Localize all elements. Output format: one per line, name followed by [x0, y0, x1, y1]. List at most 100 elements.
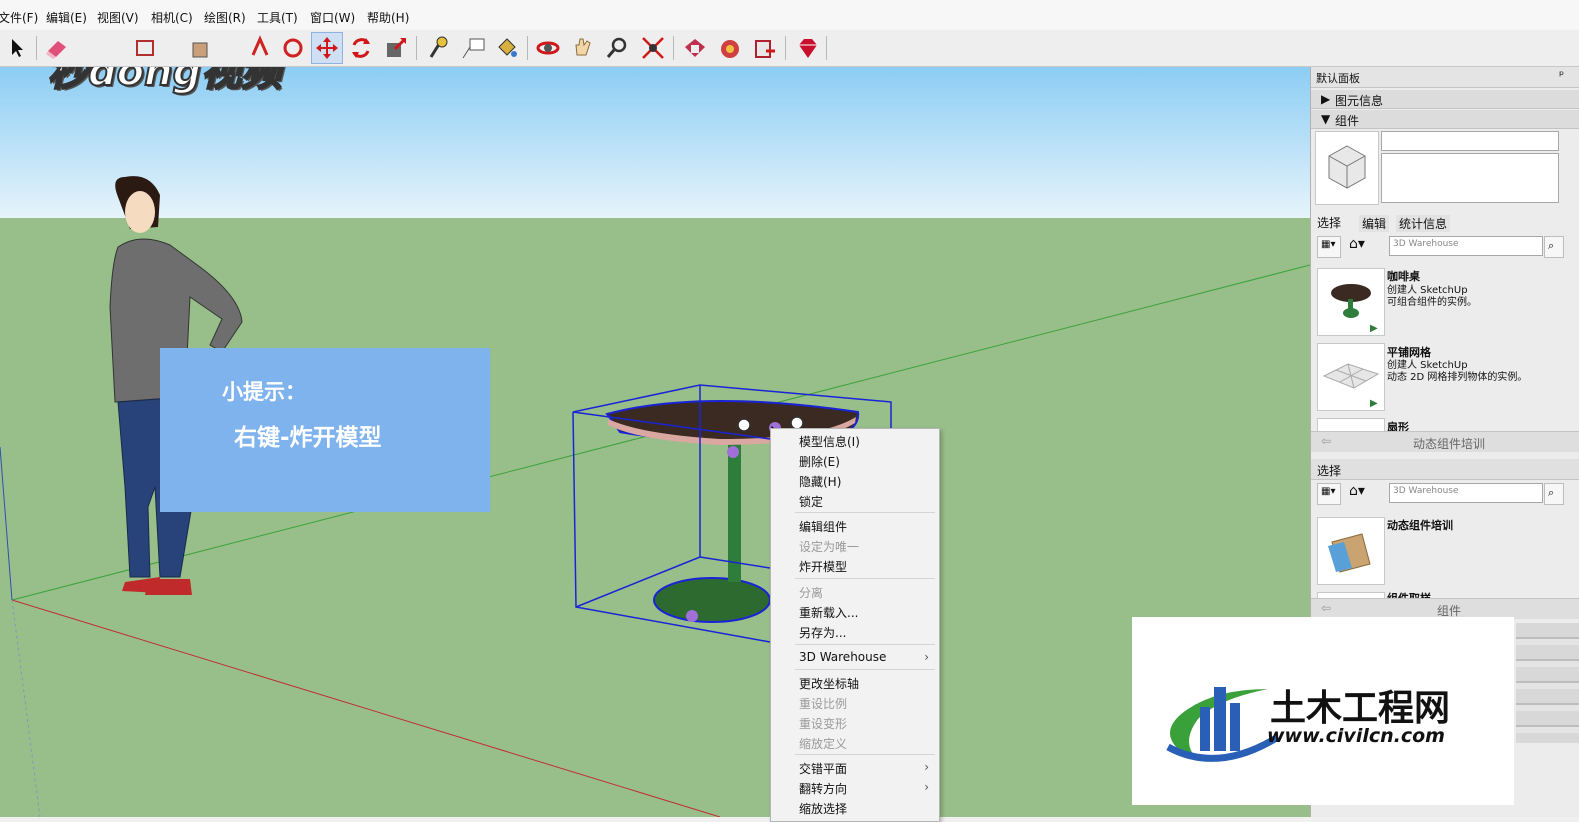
context-menu-item[interactable]: 3D Warehouse: [799, 650, 886, 664]
context-menu-item[interactable]: 缩放选择: [799, 800, 847, 817]
context-menu-item[interactable]: 炸开模型: [799, 558, 847, 575]
context-menu-item[interactable]: 另存为...: [799, 624, 846, 641]
context-menu-item[interactable]: 删除(E): [799, 453, 840, 470]
tip-title: 小提示：: [222, 380, 306, 404]
component-name-field[interactable]: [1381, 131, 1559, 151]
view-options-icon[interactable]: ▦▾: [1317, 236, 1341, 258]
menu-window[interactable]: 窗口(W): [310, 9, 355, 26]
grip-handle[interactable]: [737, 418, 751, 432]
list-item-thumb[interactable]: ▶: [1317, 343, 1385, 411]
paint-bucket-icon[interactable]: [492, 33, 522, 63]
menu-help[interactable]: 帮助(H): [367, 9, 409, 26]
back-arrow-icon[interactable]: ⇦: [1321, 434, 1331, 448]
list-item-desc: 可组合组件的实例。: [1387, 297, 1477, 308]
back-arrow-icon[interactable]: ⇦: [1321, 601, 1331, 615]
context-menu-item[interactable]: 重新载入...: [799, 604, 858, 621]
tape-measure-icon[interactable]: [422, 33, 452, 63]
extension-warehouse-icon[interactable]: [750, 33, 780, 63]
toolbar-separator: [416, 36, 417, 60]
coffee-table-thumb-icon: ▶: [1331, 284, 1378, 334]
pin-icon[interactable]: ᵖ: [1559, 68, 1564, 82]
ruby-extension-icon[interactable]: [792, 33, 822, 63]
grip-handle[interactable]: [686, 610, 698, 622]
menu-tools[interactable]: 工具(T): [257, 9, 298, 26]
menu-edit[interactable]: 编辑(E): [46, 9, 87, 26]
toolbar-separator: [527, 36, 528, 60]
push-pull-icon[interactable]: [185, 33, 215, 63]
eraser-icon[interactable]: [42, 33, 72, 63]
grip-handle[interactable]: [727, 446, 739, 458]
select-section-header: 选择: [1311, 459, 1579, 480]
site-url: www.civilcn.com: [1267, 725, 1445, 747]
context-menu-item: 重设比例: [799, 697, 848, 711]
move-tool-icon[interactable]: [311, 32, 343, 64]
context-menu-item[interactable]: 交错平面: [799, 760, 847, 777]
follow-me-icon[interactable]: [278, 33, 308, 63]
tab-select[interactable]: 选择: [1317, 214, 1341, 231]
submenu-arrow-icon: ›: [924, 650, 929, 664]
toolbar-separator: [785, 36, 786, 60]
rectangle-tool-icon[interactable]: [130, 33, 160, 63]
list-item-thumb[interactable]: [1317, 418, 1385, 431]
component-description-field[interactable]: [1381, 153, 1559, 203]
context-menu: 模型信息(I) 删除(E) 隐藏(H) 锁定编辑组件设定为唯一炸开模型分离重新载入..…: [770, 428, 940, 822]
warehouse-search-input[interactable]: 3D Warehouse: [1389, 236, 1543, 256]
rotate-tool-icon[interactable]: [346, 33, 376, 63]
warehouse-icon[interactable]: [680, 33, 710, 63]
site-watermark: 土木工程网 www.civilcn.com: [1132, 617, 1514, 805]
chevron-down-icon: ▼: [1321, 112, 1331, 126]
section-components[interactable]: ▼ 组件: [1311, 110, 1579, 129]
scale-tool-icon[interactable]: [381, 33, 411, 63]
search-icon[interactable]: ⌕: [1544, 483, 1564, 505]
context-menu-item[interactable]: 翻转方向: [799, 780, 847, 797]
tip-text: 右键-炸开模型: [234, 425, 382, 451]
list-item-name[interactable]: 动态组件培训: [1387, 517, 1453, 533]
context-menu-item: 分离: [799, 586, 824, 600]
submenu-arrow-icon: ›: [924, 780, 929, 794]
warehouse-search-input-2[interactable]: 3D Warehouse: [1389, 483, 1543, 503]
context-menu-item[interactable]: 锁定: [799, 493, 823, 510]
list-item-thumb[interactable]: [1317, 517, 1385, 585]
text-tool-icon[interactable]: [458, 33, 488, 63]
search-icon[interactable]: ⌕: [1544, 236, 1564, 258]
ground-plane: [0, 218, 1310, 817]
select-section-label: 选择: [1317, 464, 1342, 478]
select-tool-icon[interactable]: [2, 33, 32, 63]
menu-camera[interactable]: 相机(C): [151, 9, 193, 26]
list-item-thumb[interactable]: ▶: [1317, 268, 1385, 336]
home-icon[interactable]: ⌂▾: [1347, 483, 1369, 503]
context-menu-separator: [795, 644, 935, 645]
context-menu-item[interactable]: 隐藏(H): [799, 473, 841, 490]
model-viewport[interactable]: 秒dong视频 小提示： 右键-炸开模型: [0, 67, 1310, 817]
menu-view[interactable]: 视图(V): [97, 9, 139, 26]
menu-bar: 文件(F) 编辑(E) 视图(V) 相机(C) 绘图(R) 工具(T) 窗口(W…: [0, 0, 1579, 30]
context-menu-item[interactable]: 编辑组件: [799, 518, 847, 535]
home-icon[interactable]: ⌂▾: [1347, 236, 1369, 256]
collapsed-panels: [1516, 623, 1579, 743]
orbit-icon[interactable]: [533, 33, 563, 63]
context-menu-separator: [795, 754, 935, 755]
toolbar-separator: [36, 36, 37, 60]
context-menu-item: 设定为唯一: [799, 540, 860, 554]
panel-title-bar: 默认面板 ᵖ: [1311, 67, 1579, 88]
tab-statistics[interactable]: 统计信息: [1396, 215, 1451, 232]
component-nav-bar-2: ⇦ 组件: [1311, 598, 1579, 619]
context-menu-item[interactable]: 模型信息(I): [799, 433, 860, 450]
zoom-icon[interactable]: [602, 33, 632, 63]
pan-hand-icon[interactable]: [568, 33, 598, 63]
context-menu-separator: [795, 669, 935, 670]
offset-icon[interactable]: [245, 33, 275, 63]
share-model-icon[interactable]: [715, 33, 745, 63]
section-entity-info[interactable]: ▶ 图元信息: [1311, 90, 1579, 109]
context-menu-item[interactable]: 更改坐标轴: [799, 675, 859, 692]
chevron-right-icon: ▶: [1321, 92, 1331, 106]
submenu-arrow-icon: ›: [924, 760, 929, 774]
zoom-extents-icon[interactable]: [638, 33, 668, 63]
tip-box: 小提示： 右键-炸开模型: [160, 348, 490, 512]
tab-edit[interactable]: 编辑: [1359, 215, 1390, 232]
component-nav-bar: ⇦ 动态组件培训: [1311, 431, 1579, 452]
view-options-icon[interactable]: ▦▾: [1317, 483, 1341, 505]
site-name-cn: 土木工程网: [1270, 687, 1451, 729]
menu-draw[interactable]: 绘图(R): [204, 9, 246, 26]
menu-file[interactable]: 文件(F): [0, 9, 38, 26]
